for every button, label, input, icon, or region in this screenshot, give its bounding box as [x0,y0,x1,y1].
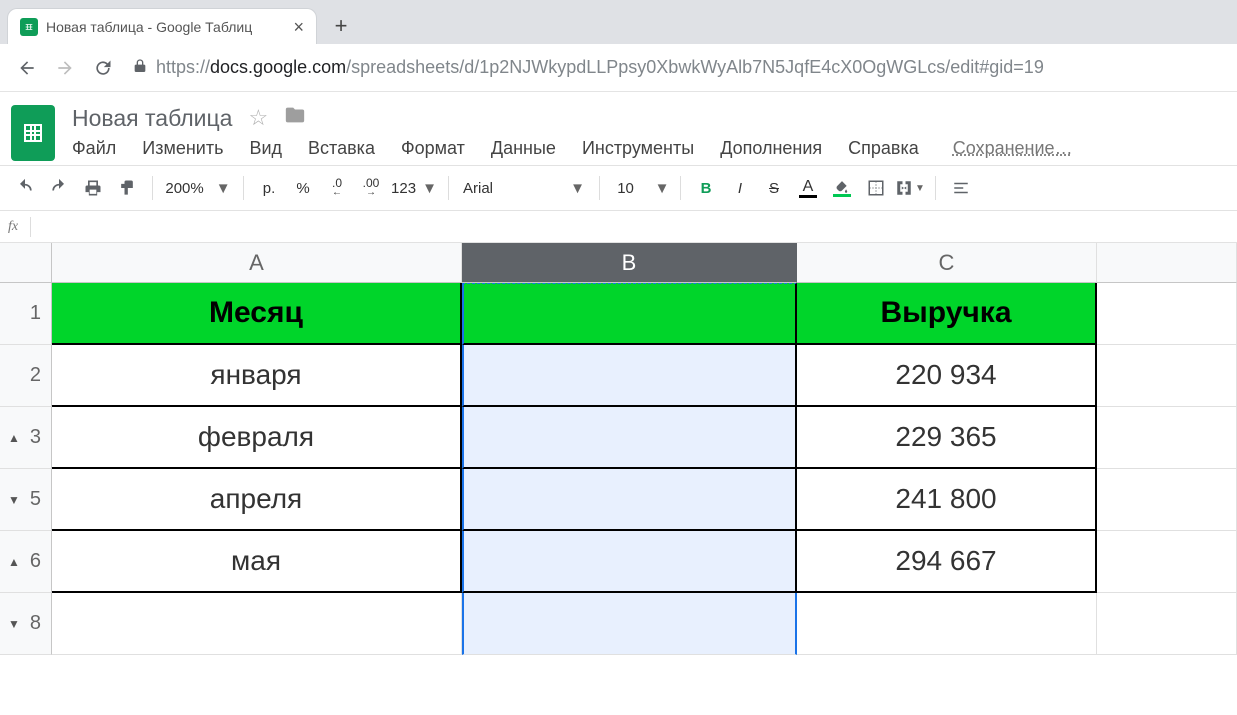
menu-data[interactable]: Данные [491,138,556,159]
merge-button[interactable]: ▼ [895,173,925,203]
nav-forward-button[interactable] [50,53,80,83]
group-collapse-icon[interactable]: ▼ [8,493,20,507]
browser-tab[interactable]: Новая таблица - Google Таблиц × [7,8,317,44]
cell-b3[interactable] [462,407,797,469]
star-icon[interactable]: ☆ [248,105,268,131]
row-header-3[interactable]: ▲3 [0,407,52,469]
sheets-favicon [20,18,38,36]
strikethrough-button[interactable]: S [759,173,789,203]
menu-edit[interactable]: Изменить [142,138,223,159]
cell-c2[interactable]: 220 934 [797,345,1097,407]
group-collapse-icon[interactable]: ▼ [8,617,20,631]
toolbar: 200%▼ р. % .0← .00→ 123▼ Arial▼ 10▼ В I … [0,165,1237,211]
row-header-5[interactable]: ▼5 [0,469,52,531]
row-header-2[interactable]: 2 [0,345,52,407]
tab-close-icon[interactable]: × [293,18,304,36]
menu-addons[interactable]: Дополнения [720,138,822,159]
cell-c6[interactable]: 294 667 [797,531,1097,593]
menu-file[interactable]: Файл [72,138,116,159]
cell-a1[interactable]: Месяц [52,283,462,345]
row-header-1[interactable]: 1 [0,283,52,345]
cell-b1[interactable] [462,283,797,345]
font-select[interactable]: Arial▼ [459,173,589,203]
undo-button[interactable] [10,173,40,203]
url-proto: https:// [156,57,210,77]
cell-a6[interactable]: мая [52,531,462,593]
cell-d8[interactable] [1097,593,1237,655]
sheets-header: Новая таблица ☆ Файл Изменить Вид Вставк… [0,92,1237,165]
italic-button[interactable]: I [725,173,755,203]
spreadsheet-grid: 1 2 ▲3 ▼5 ▲6 ▼8 A B C Месяц Выручка янва… [0,243,1237,655]
font-size-select[interactable]: 10▼ [610,173,670,203]
menu-view[interactable]: Вид [249,138,282,159]
cell-d1[interactable] [1097,283,1237,345]
increase-decimal-button[interactable]: .00→ [356,173,386,203]
menu-bar: Файл Изменить Вид Вставка Формат Данные … [72,136,1229,165]
menu-insert[interactable]: Вставка [308,138,375,159]
decrease-decimal-button[interactable]: .0← [322,173,352,203]
cell-b5[interactable] [462,469,797,531]
row-header-8[interactable]: ▼8 [0,593,52,655]
row-header-6[interactable]: ▲6 [0,531,52,593]
cell-c8[interactable] [797,593,1097,655]
formula-bar[interactable]: fx [0,211,1237,243]
saving-status[interactable]: Сохранение… [953,138,1073,159]
doc-title[interactable]: Новая таблица [72,105,232,132]
cell-c5[interactable]: 241 800 [797,469,1097,531]
font-size-value: 10 [611,180,641,197]
col-header-d[interactable] [1097,243,1237,283]
cell-a2[interactable]: января [52,345,462,407]
borders-button[interactable] [861,173,891,203]
zoom-value: 200% [165,180,203,197]
cell-a5[interactable]: апреля [52,469,462,531]
menu-tools[interactable]: Инструменты [582,138,694,159]
browser-url-bar: https://docs.google.com/spreadsheets/d/1… [0,44,1237,92]
address-field[interactable]: https://docs.google.com/spreadsheets/d/1… [156,57,1225,78]
nav-reload-button[interactable] [88,53,118,83]
fx-label: fx [8,219,18,235]
cell-a8[interactable] [52,593,462,655]
cell-b8[interactable] [462,593,797,655]
sheets-logo[interactable] [8,102,58,164]
cell-d5[interactable] [1097,469,1237,531]
group-expand-icon[interactable]: ▲ [8,431,20,445]
paint-format-button[interactable] [112,173,142,203]
print-button[interactable] [78,173,108,203]
new-tab-button[interactable]: + [327,12,355,40]
currency-button[interactable]: р. [254,173,284,203]
browser-tab-strip: Новая таблица - Google Таблиц × + [0,0,1237,44]
url-path: /spreadsheets/d/1p2NJWkypdLLPpsy0XbwkWyA… [346,57,1044,77]
col-header-a[interactable]: A [52,243,462,283]
bold-button[interactable]: В [691,173,721,203]
group-expand-icon[interactable]: ▲ [8,555,20,569]
number-format-select[interactable]: 123▼ [390,173,438,203]
fill-color-button[interactable] [827,173,857,203]
font-value: Arial [463,180,493,197]
menu-help[interactable]: Справка [848,138,919,159]
lock-icon [132,58,148,77]
halign-button[interactable] [946,173,976,203]
col-header-b[interactable]: B [462,243,797,283]
menu-format[interactable]: Формат [401,138,465,159]
text-color-button[interactable]: A [793,173,823,203]
tab-title: Новая таблица - Google Таблиц [46,19,285,35]
redo-button[interactable] [44,173,74,203]
cell-d2[interactable] [1097,345,1237,407]
zoom-select[interactable]: 200%▼ [163,173,233,203]
cell-c1[interactable]: Выручка [797,283,1097,345]
url-host: docs.google.com [210,57,346,77]
percent-button[interactable]: % [288,173,318,203]
select-all-corner[interactable] [0,243,52,283]
cell-c3[interactable]: 229 365 [797,407,1097,469]
cell-d3[interactable] [1097,407,1237,469]
cell-a3[interactable]: февраля [52,407,462,469]
nav-back-button[interactable] [12,53,42,83]
col-header-c[interactable]: C [797,243,1097,283]
cell-b6[interactable] [462,531,797,593]
cell-b2[interactable] [462,345,797,407]
folder-icon[interactable] [284,104,306,132]
cell-d6[interactable] [1097,531,1237,593]
